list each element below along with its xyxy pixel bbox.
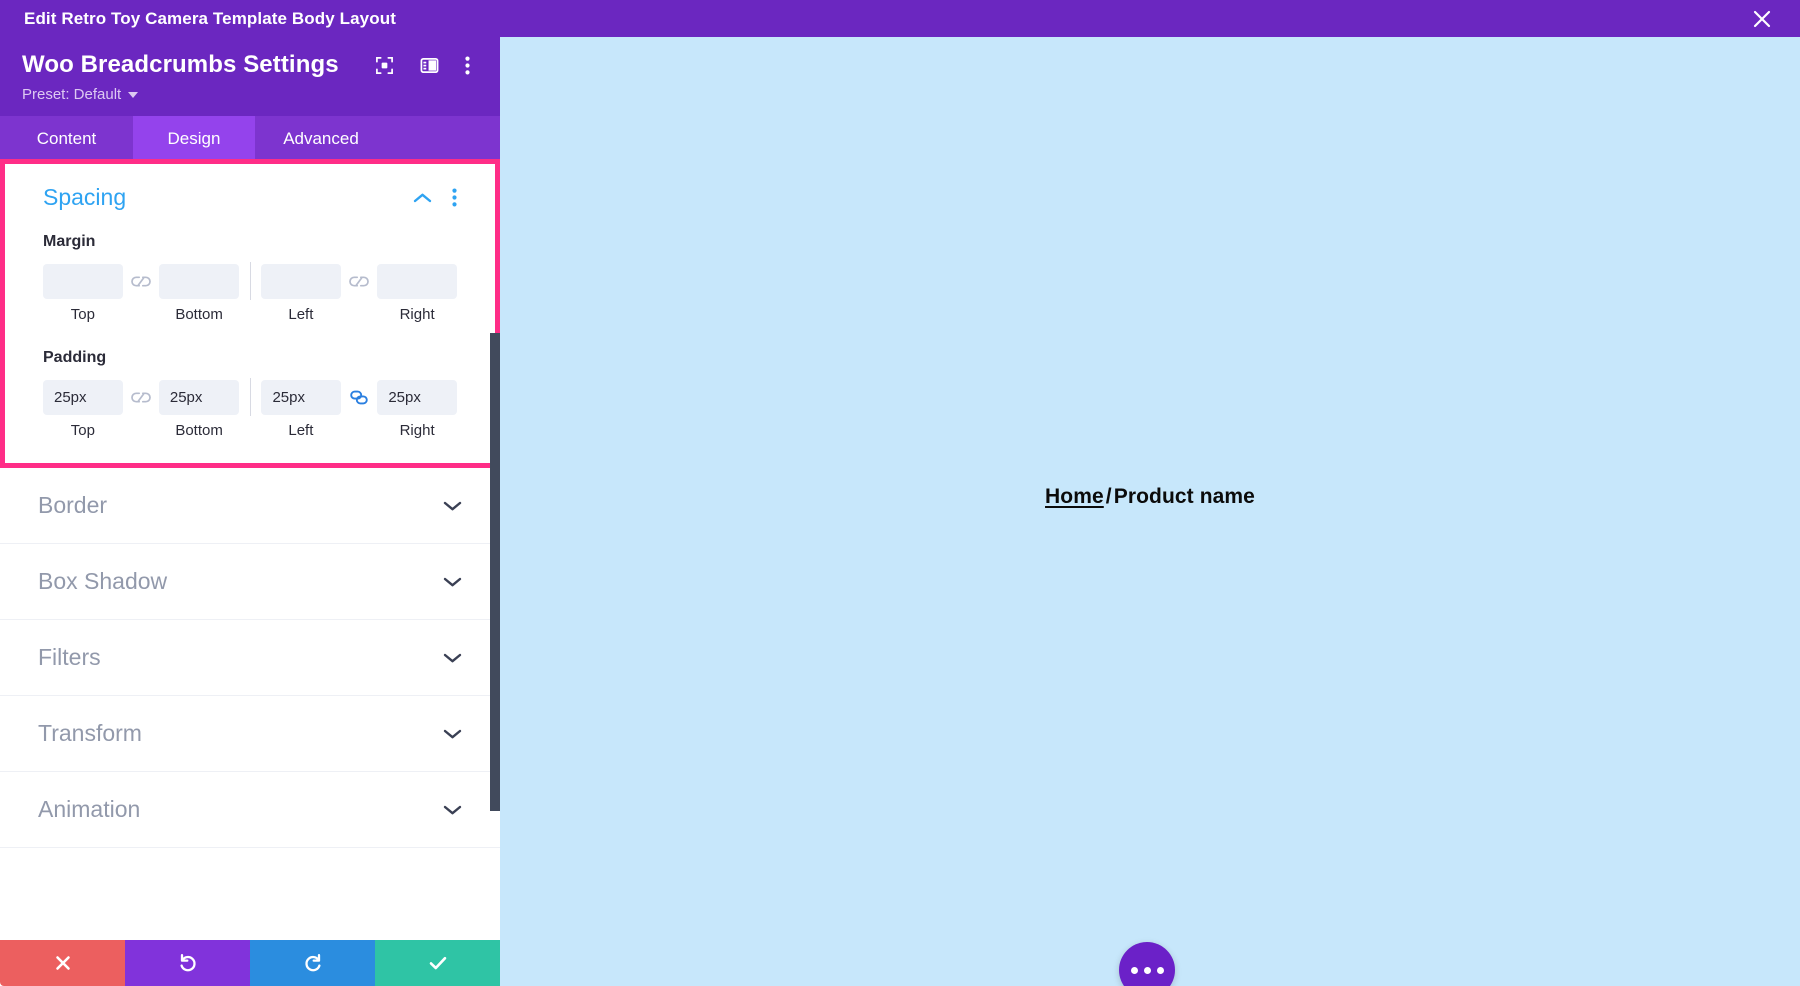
padding-left-input[interactable]: 25px (261, 379, 342, 415)
section-border[interactable]: Border (0, 468, 500, 544)
breadcrumb-separator: / (1105, 484, 1112, 508)
app-root: Home/Product name Edit Retro Toy Camera … (0, 0, 1800, 986)
spacing-section-highlight: Spacing Margin Top Bottom Left Right Pad… (0, 159, 500, 468)
margin-label: Margin (43, 233, 96, 250)
broken-link-icon[interactable] (341, 275, 377, 288)
chevron-up-icon[interactable] (413, 192, 432, 204)
padding-bottom-input[interactable]: 25px (158, 379, 239, 415)
close-x-icon (55, 956, 70, 970)
breadcrumb-current: Product name (1113, 484, 1255, 508)
padding-bottom-label: Bottom (175, 422, 223, 439)
chevron-down-icon (443, 652, 462, 664)
margin-field-row (43, 262, 457, 300)
close-button[interactable] (1740, 0, 1784, 37)
panel-scrollbar-thumb[interactable] (490, 333, 500, 811)
section-label: Filters (38, 644, 101, 670)
undo-arrow-icon (179, 954, 196, 972)
tab-advanced[interactable]: Advanced (255, 116, 387, 164)
padding-top-label: Top (70, 422, 95, 439)
settings-tabs: Content Design Advanced (0, 116, 500, 164)
tab-content[interactable]: Content (0, 116, 133, 164)
more-options-icon (1130, 966, 1138, 974)
breadcrumb: Home/Product name (1045, 485, 1255, 509)
field-divider (249, 262, 251, 300)
section-animation[interactable]: Animation (0, 772, 500, 848)
padding-field-row: 25px 25px 25px 25px (43, 378, 457, 416)
linked-chain-icon[interactable] (341, 390, 377, 405)
padding-left-label: Left (288, 422, 314, 439)
margin-field-labels: Top Bottom Left Right (43, 306, 457, 323)
field-divider (249, 378, 251, 416)
margin-left-label: Left (288, 306, 314, 323)
breadcrumb-home-link[interactable]: Home (1045, 485, 1104, 508)
chevron-down-icon (443, 804, 462, 816)
padding-right-input[interactable]: 25px (377, 379, 457, 415)
settings-action-bar (0, 940, 500, 986)
breadcrumb-module: Home/Product name (500, 37, 1800, 986)
section-label: Border (38, 492, 108, 518)
preset-selector[interactable]: Preset: Default (22, 86, 139, 103)
margin-right-label: Right (399, 306, 435, 323)
section-label: Box Shadow (38, 568, 168, 594)
preset-label: Preset: Default (22, 86, 122, 103)
padding-label: Padding (43, 349, 107, 366)
spacing-section-title: Spacing (43, 184, 127, 210)
margin-top-label: Top (70, 306, 95, 323)
settings-header: Woo Breadcrumbs Settings Preset: Default (0, 37, 500, 116)
broken-link-icon[interactable] (123, 391, 159, 404)
section-label: Transform (38, 720, 142, 746)
spacing-section: Spacing Margin Top Bottom Left Right Pad… (5, 164, 495, 463)
section-box-shadow[interactable]: Box Shadow (0, 544, 500, 620)
padding-top-input[interactable]: 25px (43, 379, 123, 415)
margin-bottom-input[interactable] (158, 263, 239, 299)
section-transform[interactable]: Transform (0, 696, 500, 772)
chevron-down-icon (443, 500, 462, 512)
discard-button[interactable] (0, 940, 125, 986)
window-titlebar: Edit Retro Toy Camera Template Body Layo… (0, 0, 1800, 37)
chevron-down-icon (443, 576, 462, 588)
section-label: Animation (38, 796, 141, 822)
redo-arrow-icon (304, 954, 321, 972)
chevron-down-icon (443, 728, 462, 740)
padding-field-labels: Top Bottom Left Right (43, 422, 457, 439)
margin-right-input[interactable] (377, 263, 457, 299)
undo-button[interactable] (125, 940, 250, 986)
window-title: Edit Retro Toy Camera Template Body Layo… (24, 8, 396, 28)
padding-right-label: Right (399, 422, 435, 439)
settings-header-icons (375, 56, 470, 75)
checkmark-icon (429, 956, 446, 970)
spacing-section-header[interactable]: Spacing (43, 184, 457, 211)
focus-target-icon[interactable] (375, 56, 394, 75)
margin-left-input[interactable] (261, 263, 342, 299)
settings-title: Woo Breadcrumbs Settings (22, 51, 339, 78)
more-options-icon (1156, 966, 1164, 974)
chevron-down-icon (128, 91, 139, 98)
vertical-dots-icon[interactable] (465, 56, 470, 75)
margin-bottom-label: Bottom (175, 306, 223, 323)
redo-button[interactable] (250, 940, 375, 986)
vertical-dots-icon[interactable] (452, 188, 457, 207)
more-options-icon (1143, 966, 1151, 974)
panel-scrollbar-track[interactable] (490, 37, 500, 986)
layout-panel-icon[interactable] (420, 56, 439, 75)
tab-design[interactable]: Design (133, 116, 255, 164)
save-button[interactable] (375, 940, 500, 986)
module-settings-panel: Woo Breadcrumbs Settings Preset: Default… (0, 37, 500, 986)
close-icon (1753, 10, 1771, 27)
broken-link-icon[interactable] (123, 275, 159, 288)
margin-top-input[interactable] (43, 263, 123, 299)
settings-sections-list: Border Box Shadow Filters Transform Anim… (0, 468, 500, 940)
section-filters[interactable]: Filters (0, 620, 500, 696)
